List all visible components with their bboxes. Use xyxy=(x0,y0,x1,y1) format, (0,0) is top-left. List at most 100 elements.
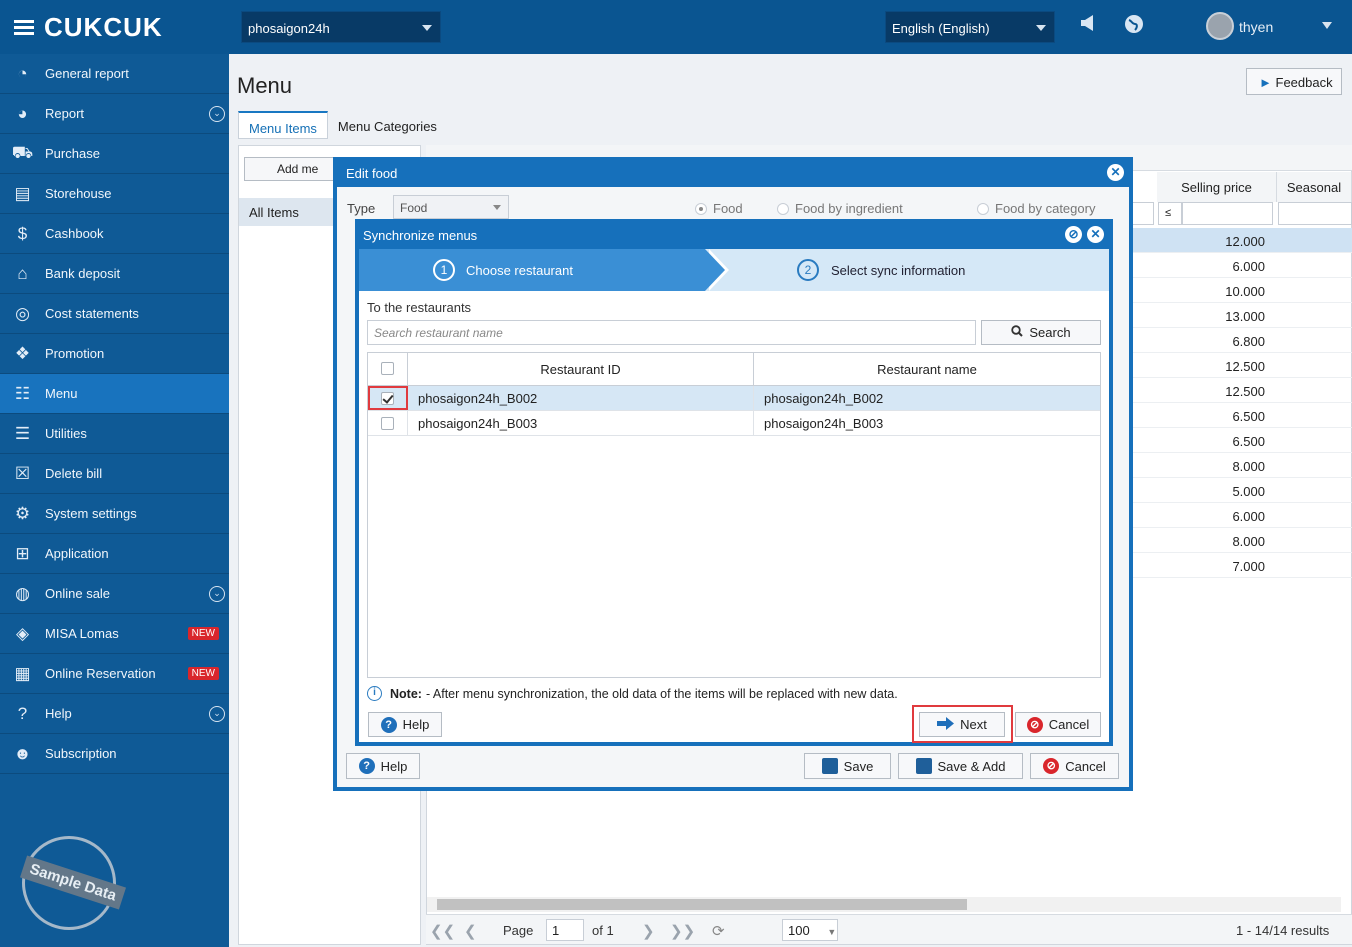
selling-price: 6.500 xyxy=(1232,434,1265,449)
sync-cancel-button[interactable]: ⊘ Cancel xyxy=(1015,712,1101,737)
first-page-icon[interactable]: ❮❮ xyxy=(430,922,455,940)
horizontal-scrollbar[interactable] xyxy=(427,897,1341,912)
save-add-button[interactable]: Save & Add xyxy=(898,753,1023,779)
highlight-box xyxy=(912,705,1013,743)
restaurant-select[interactable]: phosaigon24h xyxy=(241,11,441,43)
radio-food[interactable]: Food xyxy=(695,201,743,216)
table-row[interactable]: 6.800 xyxy=(1130,328,1352,353)
minimize-icon[interactable]: ⊘ xyxy=(1065,226,1082,243)
close-icon[interactable]: ✕ xyxy=(1107,164,1124,181)
table-row[interactable]: 7.000 xyxy=(1130,553,1352,578)
chevron-down-icon[interactable]: ⌄ xyxy=(209,586,225,602)
last-page-icon[interactable]: ❯❯ xyxy=(670,922,695,940)
page-size-select[interactable]: 100 ▼ xyxy=(782,919,838,941)
type-select[interactable]: Food xyxy=(393,195,509,219)
sidebar-item-online-reservation[interactable]: ▦ Online Reservation NEW xyxy=(0,654,229,694)
selling-price: 6.500 xyxy=(1232,409,1265,424)
menu-toggle-icon[interactable] xyxy=(14,19,34,36)
all-items-node[interactable]: All Items xyxy=(239,198,334,226)
logo-text: CUKCUK xyxy=(44,12,163,42)
globe-icon[interactable] xyxy=(1123,14,1145,36)
sidebar-item-cashbook[interactable]: $ Cashbook xyxy=(0,214,229,254)
table-row[interactable]: 8.000 xyxy=(1130,528,1352,553)
sidebar-item-label: Application xyxy=(45,546,109,561)
prev-page-icon[interactable]: ❮ xyxy=(464,922,477,940)
feedback-button[interactable]: ► Feedback xyxy=(1246,68,1342,95)
sidebar-item-promotion[interactable]: ❖ Promotion xyxy=(0,334,229,374)
table-row[interactable]: 10.000 xyxy=(1130,278,1352,303)
sidebar-item-help[interactable]: ? Help ⌄ xyxy=(0,694,229,734)
column-restaurant-name[interactable]: Restaurant name xyxy=(754,353,1100,386)
logo[interactable]: CUKCUK xyxy=(14,12,163,43)
radio-food-by-category[interactable]: Food by category xyxy=(977,201,1095,216)
save-button[interactable]: Save xyxy=(804,753,891,779)
filter-operator[interactable]: ≤ xyxy=(1158,202,1182,225)
sidebar-item-system-settings[interactable]: ⚙ System settings xyxy=(0,494,229,534)
sidebar-item-misa-lomas[interactable]: ◈ MISA Lomas NEW xyxy=(0,614,229,654)
scroll-thumb[interactable] xyxy=(437,899,967,910)
tab-menu-items[interactable]: Menu Items xyxy=(238,111,328,139)
avatar[interactable] xyxy=(1206,12,1234,40)
tab-menu-categories[interactable]: Menu Categories xyxy=(328,111,447,139)
table-row[interactable]: 6.000 xyxy=(1130,503,1352,528)
column-seasonal[interactable]: Seasonal xyxy=(1277,172,1352,202)
table-row[interactable]: 13.000 xyxy=(1130,303,1352,328)
selling-price: 12.000 xyxy=(1225,234,1265,249)
sidebar-item-cost-statements[interactable]: ◎ Cost statements xyxy=(0,294,229,334)
page-input[interactable]: 1 xyxy=(546,919,584,941)
sync-menus-dialog: Synchronize menus ⊘ ✕ 1 Choose restauran… xyxy=(355,219,1113,746)
sidebar-item-storehouse[interactable]: ▤ Storehouse xyxy=(0,174,229,214)
edit-cancel-button[interactable]: ⊘ Cancel xyxy=(1030,753,1119,779)
table-row[interactable]: 8.000 xyxy=(1130,453,1352,478)
table-row[interactable]: phosaigon24h_B003 phosaigon24h_B003 xyxy=(368,411,1100,436)
table-row[interactable]: 12.500 xyxy=(1130,378,1352,403)
sidebar-item-menu[interactable]: ☷ Menu xyxy=(0,374,229,414)
save-label: Save xyxy=(843,758,874,774)
selling-price-filter[interactable] xyxy=(1182,202,1273,225)
megaphone-icon[interactable] xyxy=(1078,14,1100,36)
sidebar-item-utilities[interactable]: ☰ Utilities xyxy=(0,414,229,454)
username[interactable]: thyen xyxy=(1239,19,1273,35)
row-checkbox[interactable] xyxy=(381,417,394,430)
select-all-checkbox[interactable] xyxy=(381,362,394,375)
add-menu-button[interactable]: Add me xyxy=(244,157,334,181)
column-selling-price[interactable]: Selling price xyxy=(1157,172,1277,202)
seasonal-filter[interactable] xyxy=(1278,202,1352,225)
table-row[interactable]: 6.500 xyxy=(1130,428,1352,453)
chevron-down-icon[interactable] xyxy=(1322,22,1332,29)
sidebar-item-label: Cost statements xyxy=(45,306,139,321)
sidebar-item-online-sale[interactable]: ◍ Online sale ⌄ xyxy=(0,574,229,614)
table-row[interactable]: 12.500 xyxy=(1130,353,1352,378)
column-restaurant-id[interactable]: Restaurant ID xyxy=(408,353,754,386)
chevron-down-icon[interactable]: ⌄ xyxy=(209,106,225,122)
help-icon: ? xyxy=(358,758,375,774)
next-page-icon[interactable]: ❯ xyxy=(642,922,655,940)
sync-help-button[interactable]: ? Help xyxy=(368,712,442,737)
filter-input[interactable] xyxy=(1130,202,1154,225)
table-row[interactable]: 6.500 xyxy=(1130,403,1352,428)
sidebar-item-general-report[interactable]: ◔ General report xyxy=(0,54,229,94)
search-button[interactable]: Search xyxy=(981,320,1101,345)
cancel-icon: ⊘ xyxy=(1026,716,1043,733)
sidebar-item-subscription[interactable]: ☻ Subscription xyxy=(0,734,229,774)
table-row[interactable]: phosaigon24h_B002 phosaigon24h_B002 xyxy=(368,386,1100,411)
radio-food-by-ingredient[interactable]: Food by ingredient xyxy=(777,201,903,216)
wizard-steps: 1 Choose restaurant 2 Select sync inform… xyxy=(359,249,1109,291)
edit-help-button[interactable]: ? Help xyxy=(346,753,420,779)
dashboard-icon: ◔ xyxy=(17,63,28,83)
sidebar-item-delete-bill[interactable]: ☒ Delete bill xyxy=(0,454,229,494)
search-input[interactable]: Search restaurant name xyxy=(367,320,976,345)
sidebar-item-report[interactable]: ◕ Report ⌄ xyxy=(0,94,229,134)
table-row[interactable]: 12.000 xyxy=(1130,228,1352,253)
language-select[interactable]: English (English) xyxy=(885,11,1055,43)
sidebar-item-purchase[interactable]: ⛟ Purchase xyxy=(0,134,229,174)
table-row[interactable]: 5.000 xyxy=(1130,478,1352,503)
sidebar-item-application[interactable]: ⊞ Application xyxy=(0,534,229,574)
edit-food-header: Edit food ✕ xyxy=(333,157,1133,187)
edit-food-title: Edit food xyxy=(346,166,398,181)
sidebar-item-bank-deposit[interactable]: ⌂ Bank deposit xyxy=(0,254,229,294)
chevron-down-icon[interactable]: ⌄ xyxy=(209,706,225,722)
table-row[interactable]: 6.000 xyxy=(1130,253,1352,278)
reload-icon[interactable]: ⟳ xyxy=(712,922,725,940)
close-icon[interactable]: ✕ xyxy=(1087,226,1104,243)
